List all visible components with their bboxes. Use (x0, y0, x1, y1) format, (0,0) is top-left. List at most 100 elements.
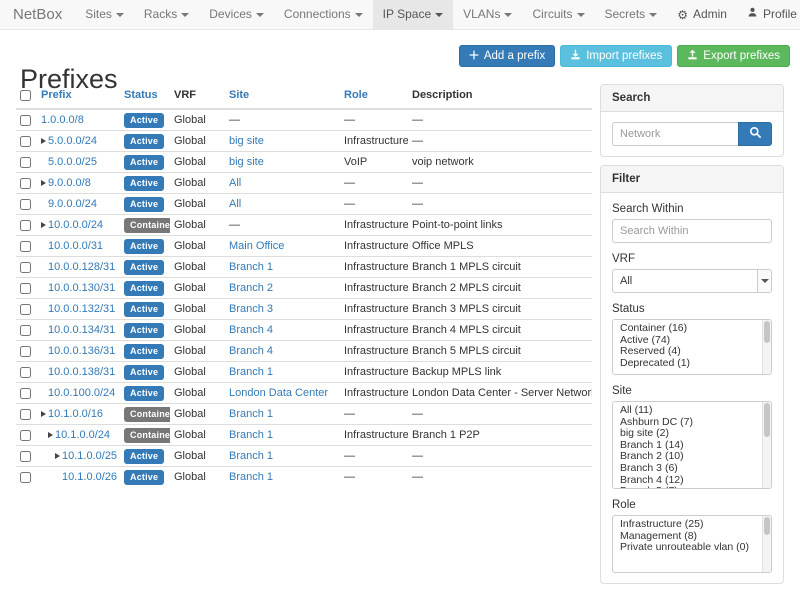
listbox-option[interactable]: Active (74) (613, 335, 771, 347)
listbox-option[interactable]: Reserved (4) (613, 346, 771, 358)
row-checkbox[interactable] (20, 451, 31, 462)
site-link[interactable]: big site (229, 156, 264, 168)
expand-arrow-icon[interactable] (41, 411, 46, 417)
site-link[interactable]: big site (229, 135, 264, 147)
prefix-link[interactable]: 5.0.0.0/25 (48, 156, 97, 168)
filter-listbox-site[interactable]: All (11)Ashburn DC (7)big site (2)Branch… (612, 401, 772, 489)
expand-arrow-icon[interactable] (41, 138, 46, 144)
site-link[interactable]: Branch 1 (229, 471, 273, 483)
listbox-option[interactable]: Private unrouteable vlan (0) (613, 542, 771, 554)
row-checkbox[interactable] (20, 304, 31, 315)
nav-item-circuits[interactable]: Circuits (522, 0, 594, 29)
scrollbar[interactable] (762, 516, 771, 572)
prefix-link[interactable]: 10.1.0.0/26 (62, 471, 117, 483)
filter-input-search-within[interactable] (612, 219, 772, 243)
prefix-link[interactable]: 10.0.0.0/24 (48, 219, 103, 231)
site-link[interactable]: Branch 1 (229, 450, 273, 462)
row-checkbox[interactable] (20, 262, 31, 273)
listbox-option[interactable]: Branch 1 (14) (613, 440, 771, 452)
site-link[interactable]: Branch 1 (229, 261, 273, 273)
filter-select-vrf[interactable]: All (612, 269, 772, 293)
prefix-link[interactable]: 10.0.0.128/31 (48, 261, 115, 273)
filter-listbox-role[interactable]: Infrastructure (25)Management (8)Private… (612, 515, 772, 573)
site-link[interactable]: Branch 1 (229, 429, 273, 441)
site-link[interactable]: All (229, 177, 241, 189)
expand-arrow-icon[interactable] (41, 180, 46, 186)
listbox-option[interactable]: Container (16) (613, 323, 771, 335)
row-checkbox[interactable] (20, 157, 31, 168)
nav-item-vlans[interactable]: VLANs (453, 0, 522, 29)
scrollbar[interactable] (762, 320, 771, 374)
prefix-link[interactable]: 10.1.0.0/24 (55, 429, 110, 441)
listbox-option[interactable]: big site (2) (613, 428, 771, 440)
row-checkbox[interactable] (20, 136, 31, 147)
listbox-option[interactable]: Infrastructure (25) (613, 519, 771, 531)
site-link[interactable]: All (229, 198, 241, 210)
row-checkbox[interactable] (20, 409, 31, 420)
row-checkbox[interactable] (20, 472, 31, 483)
prefix-link[interactable]: 10.1.0.0/25 (62, 450, 117, 462)
listbox-option[interactable]: Management (8) (613, 531, 771, 543)
app-brand[interactable]: NetBox (0, 0, 75, 29)
prefix-link[interactable]: 10.0.0.0/31 (48, 240, 103, 252)
select-all-checkbox[interactable] (20, 90, 31, 101)
listbox-option[interactable]: All (11) (613, 405, 771, 417)
nav-item-admin[interactable]: ⚙Admin (667, 0, 737, 29)
listbox-option[interactable]: Ashburn DC (7) (613, 417, 771, 429)
scrollbar-thumb[interactable] (764, 517, 770, 535)
row-checkbox[interactable] (20, 325, 31, 336)
row-checkbox[interactable] (20, 199, 31, 210)
site-link[interactable]: Branch 4 (229, 345, 273, 357)
listbox-option[interactable]: Branch 2 (10) (613, 451, 771, 463)
nav-item-ip-space[interactable]: IP Space (373, 0, 453, 29)
column-header-role[interactable]: Role (340, 84, 408, 109)
scrollbar[interactable] (762, 402, 771, 488)
site-link[interactable]: Branch 3 (229, 303, 273, 315)
nav-item-profile[interactable]: Profile (737, 0, 800, 29)
row-checkbox[interactable] (20, 283, 31, 294)
nav-item-secrets[interactable]: Secrets (595, 0, 668, 29)
scrollbar-thumb[interactable] (764, 403, 770, 437)
expand-arrow-icon[interactable] (41, 222, 46, 228)
prefix-link[interactable]: 10.1.0.0/16 (48, 408, 103, 420)
expand-arrow-icon[interactable] (48, 432, 53, 438)
prefix-link[interactable]: 10.0.0.136/31 (48, 345, 115, 357)
prefix-link[interactable]: 9.0.0.0/24 (48, 198, 97, 210)
row-checkbox[interactable] (20, 388, 31, 399)
row-checkbox[interactable] (20, 178, 31, 189)
nav-item-devices[interactable]: Devices (199, 0, 274, 29)
prefix-link[interactable]: 10.0.0.138/31 (48, 366, 115, 378)
listbox-option[interactable]: Branch 3 (6) (613, 463, 771, 475)
row-checkbox[interactable] (20, 367, 31, 378)
prefix-link[interactable]: 1.0.0.0/8 (41, 114, 84, 126)
site-link[interactable]: Main Office (229, 240, 284, 252)
prefix-link[interactable]: 10.0.0.132/31 (48, 303, 115, 315)
row-checkbox[interactable] (20, 430, 31, 441)
site-link[interactable]: London Data Center (229, 387, 328, 399)
row-checkbox[interactable] (20, 241, 31, 252)
prefix-link[interactable]: 9.0.0.0/8 (48, 177, 91, 189)
nav-item-connections[interactable]: Connections (274, 0, 373, 29)
row-checkbox[interactable] (20, 220, 31, 231)
prefix-link[interactable]: 10.0.0.130/31 (48, 282, 115, 294)
site-link[interactable]: Branch 1 (229, 366, 273, 378)
expand-arrow-icon[interactable] (55, 453, 60, 459)
listbox-option[interactable]: Branch 4 (12) (613, 475, 771, 487)
prefix-link[interactable]: 10.0.100.0/24 (48, 387, 115, 399)
prefix-link[interactable]: 10.0.0.134/31 (48, 324, 115, 336)
row-checkbox[interactable] (20, 346, 31, 357)
search-input[interactable] (612, 122, 738, 146)
site-link[interactable]: Branch 4 (229, 324, 273, 336)
prefix-link[interactable]: 5.0.0.0/24 (48, 135, 97, 147)
site-link[interactable]: Branch 1 (229, 408, 273, 420)
export-prefixes-button[interactable]: Export prefixes (677, 45, 790, 67)
column-header-site[interactable]: Site (225, 84, 340, 109)
search-button[interactable] (738, 122, 772, 146)
scrollbar-thumb[interactable] (764, 321, 770, 343)
row-checkbox[interactable] (20, 115, 31, 126)
filter-listbox-status[interactable]: Container (16)Active (74)Reserved (4)Dep… (612, 319, 772, 375)
nav-item-sites[interactable]: Sites (75, 0, 134, 29)
nav-item-racks[interactable]: Racks (134, 0, 199, 29)
listbox-option[interactable]: Branch 5 (7) (613, 486, 771, 489)
column-header-status[interactable]: Status (120, 84, 170, 109)
